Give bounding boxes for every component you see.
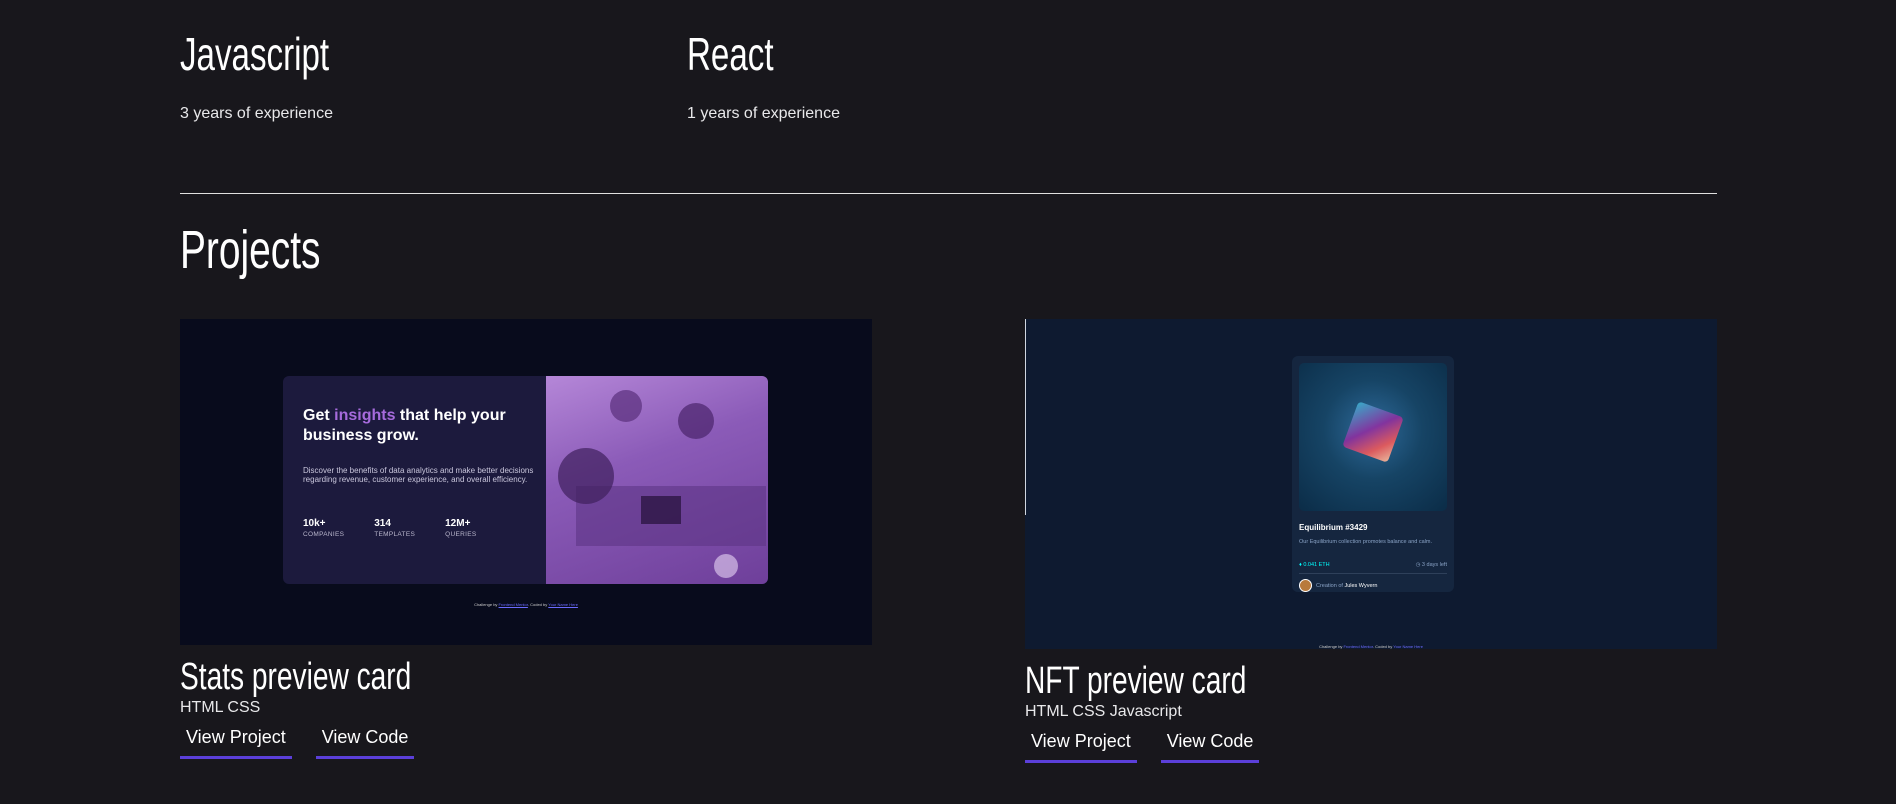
skill-title: Javascript — [180, 28, 330, 80]
skill-experience: 1 years of experience — [687, 105, 840, 122]
nft-image — [1299, 363, 1447, 511]
view-code-link[interactable]: View Code — [315, 727, 415, 759]
projects-heading: Projects — [180, 220, 321, 280]
view-project-link[interactable]: View Project — [180, 727, 292, 759]
nft-name: Equilibrium #3429 — [1299, 523, 1368, 532]
nft-description: Our Equilibrium collection promotes bala… — [1299, 539, 1432, 545]
skill-experience: 3 years of experience — [180, 105, 333, 122]
nft-divider — [1299, 573, 1447, 574]
stats-text-block: Get insights that help your business gro… — [303, 406, 543, 538]
skill-react: React 1 years of experience — [687, 30, 840, 123]
project-title: NFT preview card — [1025, 660, 1247, 702]
project-thumbnail[interactable]: Equilibrium #3429 Our Equilibrium collec… — [1025, 319, 1717, 649]
project-title: Stats preview card — [180, 656, 412, 698]
thumbnail-edge-line — [1025, 319, 1026, 515]
nft-creator: Creation of Jules Wyvern — [1316, 583, 1378, 589]
project-card-nft: Equilibrium #3429 Our Equilibrium collec… — [1025, 319, 1717, 763]
project-info: NFT preview card HTML CSS Javascript Vie… — [1025, 661, 1717, 763]
stats-body: Discover the benefits of data analytics … — [303, 466, 534, 484]
stat-companies: 10k+ COMPANIES — [303, 518, 345, 538]
skill-title: React — [687, 28, 774, 80]
view-code-link[interactable]: View Code — [1160, 731, 1260, 763]
view-project-link[interactable]: View Project — [1025, 731, 1137, 763]
stat-templates: 314 TEMPLATES — [374, 518, 416, 538]
attribution: Challenge by Frontend Mentor. Coded by Y… — [474, 602, 578, 607]
stats-numbers: 10k+ COMPANIES 314 TEMPLATES 12M+ QUERIE… — [303, 518, 543, 538]
project-links: View Project View Code — [1025, 731, 1717, 763]
skill-javascript: Javascript 3 years of experience — [180, 30, 387, 123]
project-info: Stats preview card HTML CSS View Project… — [180, 657, 872, 759]
nft-preview-card: Equilibrium #3429 Our Equilibrium collec… — [1292, 356, 1454, 592]
stats-preview-card: Get insights that help your business gro… — [283, 376, 768, 584]
stats-office-image — [546, 376, 768, 584]
stat-queries: 12M+ QUERIES — [445, 518, 477, 538]
attribution: Challenge by Frontend Mentor. Coded by Y… — [1319, 644, 1423, 649]
stats-heading: Get insights that help your business gro… — [303, 407, 506, 444]
avatar — [1299, 579, 1312, 592]
nft-price: ♦ 0.041 ETH — [1299, 562, 1330, 568]
section-divider — [180, 193, 1717, 194]
project-tech: HTML CSS Javascript — [1025, 703, 1182, 720]
cube-graphic — [1342, 401, 1404, 463]
project-thumbnail[interactable]: Get insights that help your business gro… — [180, 319, 872, 645]
project-tech: HTML CSS — [180, 699, 261, 716]
project-links: View Project View Code — [180, 727, 872, 759]
nft-time-left: ◷ 3 days left — [1415, 562, 1447, 568]
project-card-stats: Get insights that help your business gro… — [180, 319, 872, 759]
